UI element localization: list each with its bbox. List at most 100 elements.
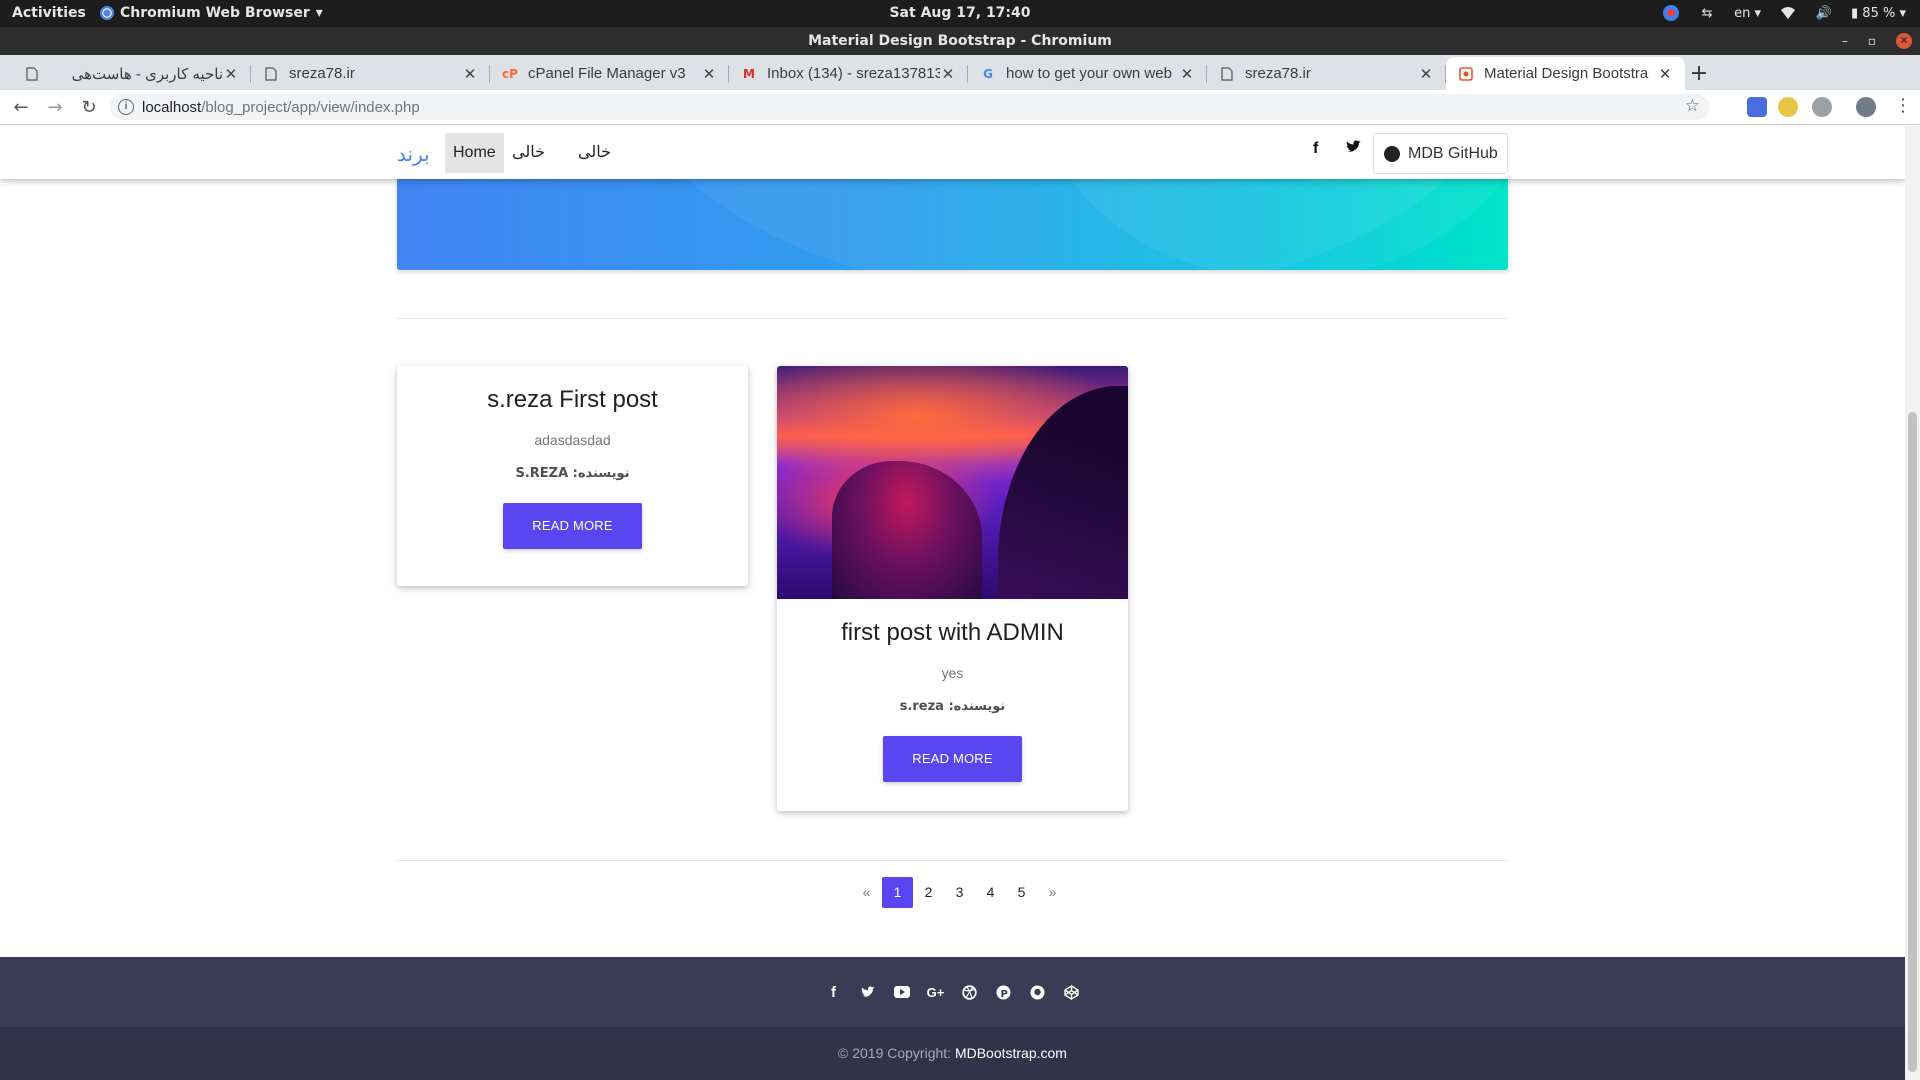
post-author: نویسنده: S.REZA — [515, 466, 630, 481]
tab-strip: ناحیه کاربری - هاست‌هی ✕ sreza78.ir ✕ cP… — [0, 55, 1920, 90]
post-card: s.reza First post adasdasdad نویسنده: S.… — [397, 366, 748, 586]
minimize-button[interactable]: – — [1842, 27, 1848, 55]
tab-label: Material Design Bootstra — [1484, 65, 1649, 82]
pagination-page-3[interactable]: 3 — [944, 877, 975, 908]
chromium-icon — [100, 6, 114, 20]
tab-label: how to get your own web — [1006, 65, 1172, 82]
page-icon — [24, 66, 40, 82]
post-author: نویسنده: s.reza — [899, 699, 1006, 714]
dribbble-icon[interactable] — [962, 984, 978, 1000]
page-icon — [1219, 66, 1235, 82]
nav-link-home[interactable]: Home — [445, 133, 504, 173]
youtube-icon[interactable] — [893, 984, 910, 1000]
section-divider — [397, 318, 1508, 319]
nav-link-empty-2[interactable]: خالی — [570, 133, 619, 173]
browser-tab[interactable]: G how to get your own web ✕ — [968, 57, 1207, 90]
forward-arrow-icon[interactable]: → — [42, 94, 68, 120]
browser-menu-icon[interactable]: ⋮ — [1894, 95, 1912, 116]
twitter-icon[interactable] — [860, 984, 876, 1000]
url-host: localhost — [142, 98, 202, 116]
twitter-icon[interactable] — [1345, 140, 1362, 159]
new-tab-button[interactable]: + — [1685, 57, 1713, 90]
browser-tab[interactable]: cP cPanel File Manager v3 ✕ — [490, 57, 729, 90]
language-indicator[interactable]: en ▾ — [1734, 6, 1761, 21]
system-tray[interactable]: ⇆ en ▾ 🔊 ▮ 85 % ▾ — [1662, 4, 1906, 22]
close-tab-icon[interactable]: ✕ — [223, 65, 239, 83]
pagination: « 1 2 3 4 5 » — [851, 877, 1068, 908]
address-bar[interactable]: i localhost/blog_project/app/view/index.… — [110, 94, 1710, 120]
info-icon[interactable]: i — [118, 99, 134, 115]
navbar-brand[interactable]: برند — [397, 142, 430, 167]
pagination-prev[interactable]: « — [851, 877, 882, 908]
section-divider — [397, 860, 1508, 861]
post-excerpt: yes — [941, 665, 964, 681]
cpanel-icon: cP — [502, 66, 518, 81]
battery-indicator[interactable]: ▮ 85 % ▾ — [1851, 6, 1906, 21]
extension-icon[interactable] — [1778, 97, 1798, 117]
mdb-icon — [1458, 66, 1474, 82]
profile-avatar[interactable] — [1856, 97, 1876, 117]
pagination-page-4[interactable]: 4 — [975, 877, 1006, 908]
close-tab-icon[interactable]: ✕ — [1657, 65, 1673, 83]
footer-copyright: © 2019 Copyright: MDBootstrap.com — [0, 1027, 1905, 1080]
tab-label: Inbox (134) - sreza137813 — [767, 65, 940, 82]
github-icon[interactable] — [1030, 984, 1046, 1000]
pagination-next[interactable]: » — [1037, 877, 1068, 908]
pinterest-icon[interactable]: P — [996, 984, 1012, 1000]
github-button-label: MDB GitHub — [1408, 144, 1498, 162]
activities-button[interactable]: Activities — [12, 5, 86, 21]
browser-toolbar: ← → ↻ i localhost/blog_project/app/view/… — [0, 90, 1920, 125]
bookmark-star-icon[interactable]: ☆ — [1685, 96, 1700, 116]
close-tab-icon[interactable]: ✕ — [701, 65, 717, 83]
pagination-page-5[interactable]: 5 — [1006, 877, 1037, 908]
mdb-github-button[interactable]: MDB GitHub — [1373, 133, 1508, 174]
site-footer: f G+ P © 2019 Copyright: MDBootstrap.com — [0, 957, 1905, 1080]
post-title: s.reza First post — [487, 386, 658, 413]
browser-tab[interactable]: ناحیه کاربری - هاست‌هی ✕ — [12, 57, 251, 90]
tab-label: sreza78.ir — [289, 65, 355, 82]
close-tab-icon[interactable]: ✕ — [940, 65, 956, 83]
copyright-text: © 2019 Copyright: — [838, 1045, 952, 1061]
facebook-icon[interactable]: f — [826, 984, 842, 1001]
close-tab-icon[interactable]: ✕ — [1179, 65, 1195, 83]
browser-tab-active[interactable]: Material Design Bootstra ✕ — [1446, 57, 1685, 90]
translate-extension-icon[interactable] — [1747, 97, 1767, 117]
post-card: first post with ADMIN yes نویسنده: s.rez… — [777, 366, 1128, 811]
url-path: /blog_project/app/view/index.php — [201, 98, 420, 116]
volume-icon[interactable]: 🔊 — [1815, 4, 1833, 22]
google-icon: G — [983, 66, 993, 81]
app-menu[interactable]: Chromium Web Browser ▾ — [100, 5, 323, 21]
reload-icon[interactable]: ↻ — [76, 94, 102, 120]
close-tab-icon[interactable]: ✕ — [462, 65, 478, 83]
update-icon[interactable] — [1662, 4, 1680, 22]
tab-label: ناحیه کاربری - هاست‌هی — [71, 65, 223, 83]
nav-link-empty-1[interactable]: خالی — [504, 133, 553, 173]
gmail-icon: M — [743, 66, 755, 81]
back-arrow-icon[interactable]: ← — [8, 94, 34, 120]
network-manager-icon[interactable]: ⇆ — [1698, 4, 1716, 22]
read-more-button[interactable]: READ MORE — [883, 736, 1022, 782]
google-plus-icon[interactable]: G+ — [927, 984, 945, 1000]
svg-text:P: P — [1001, 989, 1008, 1000]
pagination-page-2[interactable]: 2 — [913, 877, 944, 908]
extension-badge-icon[interactable] — [1812, 97, 1832, 117]
read-more-button[interactable]: READ MORE — [503, 503, 642, 549]
window-titlebar: Material Design Bootstrap - Chromium – ▫… — [0, 27, 1920, 55]
tab-label: cPanel File Manager v3 — [528, 65, 686, 82]
copyright-link[interactable]: MDBootstrap.com — [955, 1045, 1067, 1061]
post-image[interactable] — [777, 366, 1128, 599]
wifi-icon[interactable] — [1779, 4, 1797, 22]
browser-tab[interactable]: sreza78.ir ✕ — [251, 57, 490, 90]
browser-tab[interactable]: M Inbox (134) - sreza137813 ✕ — [729, 57, 968, 90]
browser-tab[interactable]: sreza78.ir ✕ — [1207, 57, 1446, 90]
post-excerpt: adasdasdad — [534, 432, 611, 448]
codepen-icon[interactable] — [1064, 984, 1080, 1000]
page-scrollbar[interactable] — [1905, 126, 1920, 1080]
facebook-icon[interactable]: f — [1313, 140, 1318, 158]
close-tab-icon[interactable]: ✕ — [1418, 65, 1434, 83]
page-icon — [263, 66, 279, 82]
maximize-button[interactable]: ▫ — [1868, 27, 1876, 55]
close-window-button[interactable]: ✕ — [1896, 33, 1912, 49]
pagination-page-1[interactable]: 1 — [882, 877, 913, 908]
scrollbar-thumb[interactable] — [1908, 412, 1917, 1072]
